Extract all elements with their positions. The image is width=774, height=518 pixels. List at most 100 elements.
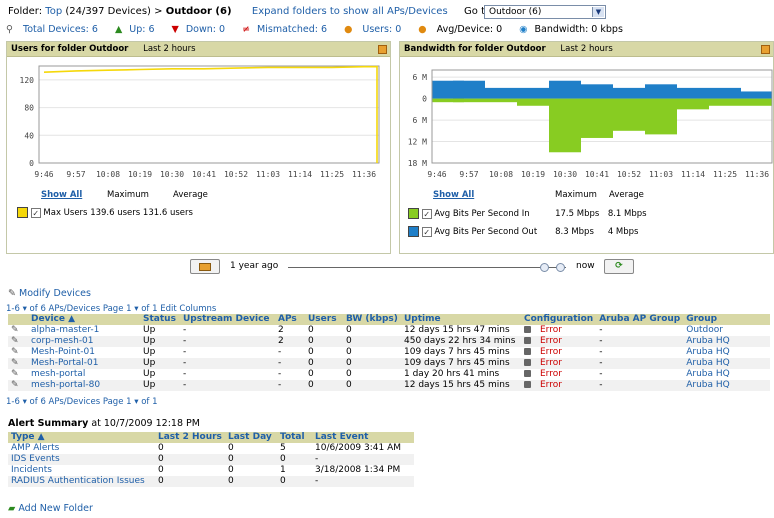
- cell-status-value: Up: [143, 380, 156, 390]
- y-tick-label: 120: [20, 76, 35, 85]
- table-row: ✎ alpha-master-1 Up - 2 0 0 12 days 15 hrs 47 m…: [8, 325, 770, 336]
- refresh-button[interactable]: ⟳: [604, 259, 634, 274]
- legend-avg: 131.6 users: [142, 208, 193, 218]
- chevron-down-icon[interactable]: ▼: [592, 7, 604, 17]
- config-status[interactable]: Error: [540, 369, 562, 379]
- cell-status-value: Up: [143, 369, 156, 379]
- cell-group_ap-value: -: [599, 358, 603, 368]
- cell-upstream: -: [180, 358, 275, 369]
- column-header-group[interactable]: Group: [683, 314, 770, 325]
- column-header-total[interactable]: Total: [277, 432, 312, 443]
- users-stat[interactable]: ● Users: 0: [344, 24, 408, 35]
- column-header-uptime[interactable]: Uptime: [401, 314, 521, 325]
- column-header-aps[interactable]: APs: [275, 314, 305, 325]
- cell-group_ap-value: -: [599, 325, 603, 335]
- x-tick-label: 11:14: [681, 170, 705, 179]
- devices-pager-top: 1-6 ▾ of 6 APs/Devices Page 1 ▾ of 1 Edi…: [6, 304, 216, 314]
- column-header-last-2-hours[interactable]: Last 2 Hours: [155, 432, 225, 443]
- cell-group-value[interactable]: Aruba HQ: [686, 336, 730, 346]
- bw-show-all-link[interactable]: Show All: [433, 190, 474, 200]
- cell-device-value[interactable]: mesh-portal: [31, 369, 85, 379]
- cell-type[interactable]: IDS Events: [8, 454, 155, 465]
- total-devices-stat[interactable]: ⚲ Total Devices: 6: [6, 24, 105, 35]
- users-show-all-link[interactable]: Show All: [41, 190, 82, 200]
- chart-options-icon[interactable]: [378, 45, 387, 54]
- column-header-bw[interactable]: BW (kbps): [343, 314, 401, 325]
- column-header-type[interactable]: Type ▲: [8, 432, 155, 443]
- bar-out: [581, 84, 613, 99]
- config-status[interactable]: Error: [540, 358, 562, 368]
- wrench-icon[interactable]: ✎: [11, 336, 21, 347]
- cell-aps-value: 2: [278, 325, 284, 335]
- pager-text[interactable]: 1-6 ▾ of 6 APs/Devices Page 1 ▾ of 1: [6, 397, 158, 407]
- wrench-icon[interactable]: ✎: [11, 347, 21, 358]
- mismatched-stat[interactable]: ≠ Mismatched: 6: [242, 24, 334, 35]
- column-header-last-day[interactable]: Last Day: [225, 432, 277, 443]
- column-header-users[interactable]: Users: [305, 314, 343, 325]
- wrench-icon[interactable]: ✎: [11, 380, 21, 391]
- legend-checkbox[interactable]: ✓: [30, 207, 41, 218]
- cell-device-value[interactable]: corp-mesh-01: [31, 336, 94, 346]
- bar-in: [517, 98, 549, 106]
- column-header-upstream[interactable]: Upstream Device: [180, 314, 275, 325]
- goto-folder-select[interactable]: Outdoor (6) ▼: [484, 5, 606, 19]
- slider-handle[interactable]: [556, 263, 565, 272]
- cell-uptime: 1 day 20 hrs 41 mins: [401, 369, 521, 380]
- down-stat[interactable]: ▼ Down: 0: [172, 24, 233, 35]
- config-status[interactable]: Error: [540, 336, 562, 346]
- alert-summary-title: Alert Summary: [8, 418, 89, 429]
- cell-group: Aruba HQ: [683, 358, 770, 369]
- column-header-device[interactable]: Device ▲: [28, 314, 140, 325]
- column-header-status[interactable]: Status: [140, 314, 180, 325]
- cell-device-value[interactable]: mesh-portal-80: [31, 380, 100, 390]
- legend-checkbox[interactable]: ✓: [421, 208, 432, 219]
- column-header-last-event[interactable]: Last Event: [312, 432, 414, 443]
- cell-device-value[interactable]: Mesh-Point-01: [31, 347, 95, 357]
- cell-uptime: 109 days 7 hrs 45 mins: [401, 358, 521, 369]
- modify-devices-link[interactable]: Modify Devices: [19, 288, 91, 299]
- x-tick-label: 11:25: [713, 170, 737, 179]
- bar-in: [549, 98, 581, 153]
- x-tick-label: 10:41: [585, 170, 609, 179]
- expand-folders-link[interactable]: Expand folders to show all APs/Devices: [252, 6, 448, 17]
- wrench-icon[interactable]: ✎: [11, 369, 21, 380]
- cell-group-value[interactable]: Aruba HQ: [686, 369, 730, 379]
- config-status[interactable]: Error: [540, 347, 562, 357]
- edit-columns-link[interactable]: Edit Columns: [160, 304, 216, 314]
- cell-type[interactable]: AMP Alerts: [8, 443, 155, 454]
- config-status[interactable]: Error: [540, 380, 562, 390]
- cell-group-value[interactable]: Aruba HQ: [686, 380, 730, 390]
- up-stat[interactable]: ▲ Up: 6: [115, 24, 162, 35]
- cell-device-value[interactable]: Mesh-Portal-01: [31, 358, 99, 368]
- bar-out: [517, 87, 549, 99]
- cell-users-value: 0: [308, 336, 314, 346]
- folder-count: (24/397 Devices): [65, 6, 151, 17]
- table-row: ✎ corp-mesh-01 Up - 2 0 0 450 days 22 hrs 34 mi…: [8, 336, 770, 347]
- goto-folder-value: Outdoor (6): [489, 7, 542, 17]
- column-header-configuration[interactable]: Configuration: [521, 314, 597, 325]
- calendar-button[interactable]: [190, 259, 220, 274]
- cell-users-value: 0: [308, 358, 314, 368]
- cell-aps: -: [275, 369, 305, 380]
- column-header-ap-group[interactable]: Aruba AP Group: [596, 314, 684, 325]
- wrench-icon[interactable]: ✎: [11, 358, 21, 369]
- slider-track[interactable]: [288, 267, 566, 268]
- cell-status: Up: [140, 358, 180, 369]
- cell-group-value[interactable]: Aruba HQ: [686, 358, 730, 368]
- cell-group-value[interactable]: Outdoor: [686, 325, 723, 335]
- cell-type[interactable]: Incidents: [8, 465, 155, 476]
- refresh-icon: ⟳: [615, 261, 623, 271]
- chart-options-icon[interactable]: [761, 45, 770, 54]
- cell-type[interactable]: RADIUS Authentication Issues: [8, 476, 155, 487]
- cell-group-value[interactable]: Aruba HQ: [686, 347, 730, 357]
- pager-text[interactable]: 1-6 ▾ of 6 APs/Devices Page 1 ▾ of 1: [6, 304, 158, 314]
- legend-checkbox[interactable]: ✓: [421, 226, 432, 237]
- cell-device-value[interactable]: alpha-master-1: [31, 325, 99, 335]
- config-status[interactable]: Error: [540, 325, 562, 335]
- folder-top-link[interactable]: Top: [45, 6, 62, 17]
- device-icon-cell: ✎: [8, 369, 28, 380]
- cell-users-value: 0: [308, 369, 314, 379]
- add-new-folder-link[interactable]: Add New Folder: [18, 503, 93, 514]
- wrench-icon[interactable]: ✎: [11, 325, 21, 336]
- slider-handle[interactable]: [540, 263, 549, 272]
